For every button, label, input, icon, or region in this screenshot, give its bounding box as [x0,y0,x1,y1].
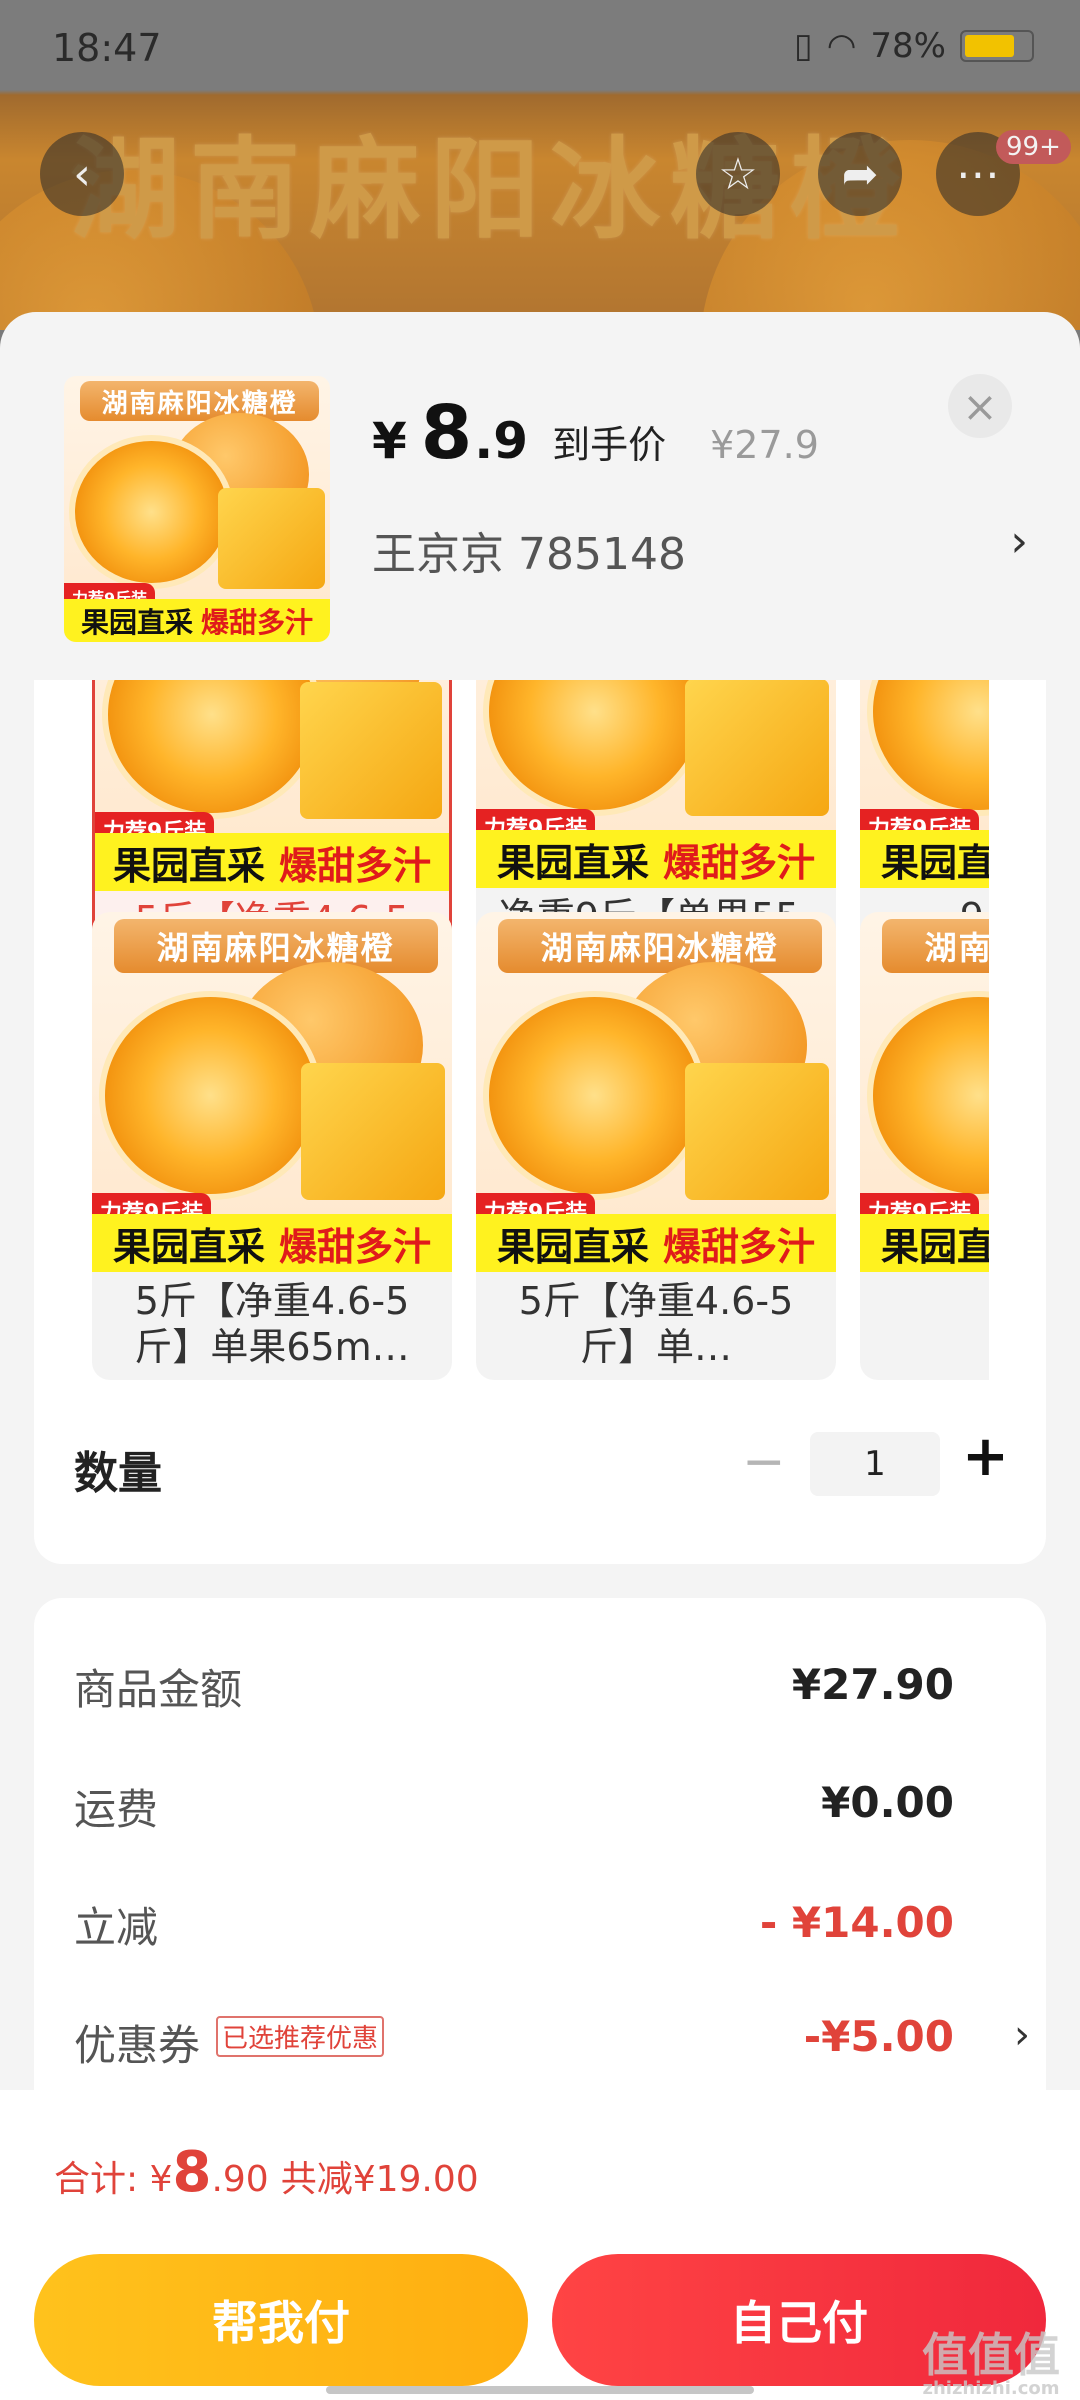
favorite-button[interactable]: ☆ [696,132,780,216]
help-pay-button[interactable]: 帮我付 [34,2254,528,2386]
sku-option-label: 5斤【净重4.6-5斤】单… [518,1279,794,1369]
product-strip: 果园直采爆甜多汁 [95,833,449,891]
original-price: ¥27.9 [710,423,819,467]
selected-product-thumbnail: 湖南麻阳冰糖橙 力荐9斤装 果园直采 爆甜多汁 [64,376,330,642]
back-button[interactable]: ‹ [40,132,124,216]
hero-title: 湖南麻阳冰糖橙 [70,126,910,254]
wifi-icon: ◠ [826,26,857,66]
quantity-label: 数量 [74,1448,162,1499]
jelly-image [684,1063,829,1200]
status-time: 18:47 [52,26,162,70]
product-strip: 果园直采 爆甜多汁 [64,599,330,642]
jelly-image [300,682,442,819]
price-integer: 8 [420,390,473,476]
battery-percent: 78% [870,26,946,66]
close-icon: × [962,381,998,431]
quantity-decrease-button[interactable]: − [742,1432,786,1492]
sku-option-label: 5斤【净重4.6-5斤】单果65m… [134,1279,410,1369]
total-decimal: .90 [211,2159,269,2200]
jelly-image [684,680,829,816]
battery-icon [960,30,1034,62]
price-row: ¥ 8 .9 到手价 ¥27.9 [372,390,819,476]
orange-image [483,991,707,1200]
orange-image [867,680,989,816]
total-line: 合计: ¥ 8 .90 共减¥19.00 [54,2140,479,2205]
share-icon: ➦ [841,148,879,200]
quantity-input[interactable]: 1 [810,1432,940,1496]
coupon-tag: 已选推荐优惠 [216,2016,385,2057]
coupon-value[interactable]: -¥5.00 [804,2012,954,2061]
product-strip: 果园直采爆甜多汁 [476,1214,836,1272]
product-strip: 果园直采爆甜多汁 [860,1214,989,1272]
product-banner: 湖南麻阳冰糖橙 [79,381,320,422]
price-decimal: .9 [474,412,529,470]
sku-option[interactable]: 湖南麻阳冰糖橙 力荐9斤装 果园直采爆甜多汁 9斤 [860,912,989,1380]
shipping-value: ¥0.00 [821,1778,954,1827]
star-icon: ☆ [718,148,758,200]
total-saving: 共减¥19.00 [280,2159,479,2200]
coupon-label: 优惠券 [74,2021,201,2070]
strip-text-highlight: 爆甜多汁 [279,843,432,888]
strip-text: 果园直采 [496,1224,649,1269]
product-art: 湖南麻阳冰糖橙 力荐9斤装 果园直采 爆甜多汁 [64,376,330,642]
product-banner: 湖南麻阳冰糖橙 [497,919,822,974]
strip-text: 果园直采 [112,1224,265,1269]
discount-value: - ¥14.00 [759,1898,954,1947]
currency-symbol: ¥ [372,412,407,470]
total-prefix: 合计: ¥ [54,2159,173,2200]
strip-text: 果园直采 [496,840,649,885]
back-arrow-icon: ‹ [73,148,91,200]
quantity-increase-button[interactable]: + [962,1424,1009,1489]
home-indicator [326,2386,754,2394]
coupon-row[interactable]: 优惠券 已选推荐优惠 [74,2012,385,2073]
watermark-sub: zhizhizhi.com [922,2378,1060,2399]
strip-text-highlight: 爆甜多汁 [279,1224,432,1269]
sku-option[interactable]: 湖南麻阳冰糖橙 力荐9斤装 果园直采 爆甜多汁 5斤【净重4.6-5斤】单… [476,912,836,1380]
strip-text-highlight: 爆甜多汁 [663,1224,816,1269]
total-integer: 8 [172,2140,212,2205]
strip-text: 果园直采 [112,843,265,888]
orange-image [102,680,322,819]
strip-text: 果园直采 [880,840,989,885]
discount-label: 立减 [74,1903,159,1952]
orange-image [99,991,323,1200]
strip-text: 果园直采 [80,605,193,639]
sku-option-label: 9斤 [860,1272,989,1380]
orange-image [483,680,707,816]
product-strip: 果园直采爆甜多汁 [860,830,989,888]
seller-info[interactable]: 王京京 785148 [372,518,686,582]
price-label: 到手价 [552,423,667,467]
product-strip: 果园直采爆甜多汁 [476,830,836,888]
status-bar-right: ▯ ◠ 78% [794,26,1034,66]
goods-amount-value: ¥27.90 [791,1660,954,1709]
product-strip: 果园直采爆甜多汁 [92,1214,452,1272]
strip-text: 果园直采 [880,1224,989,1269]
watermark: 值值值 zhizhizhi.com [922,2330,1060,2398]
sim-icon: ▯ [794,26,813,66]
chevron-right-icon[interactable]: › [1014,2012,1030,2058]
goods-amount-label: 商品金额 [74,1665,243,1714]
notification-badge: 99+ [996,130,1071,164]
jelly-image [300,1063,445,1200]
share-button[interactable]: ➦ [818,132,902,216]
orange-image [867,991,989,1200]
chevron-right-icon[interactable]: › [1010,516,1028,567]
close-button[interactable]: × [948,374,1012,438]
strip-text-highlight: 爆甜多汁 [663,840,816,885]
jelly-image [218,487,325,589]
watermark-text: 值值值 [922,2328,1060,2382]
more-icon: ⋯ [956,148,1000,200]
shipping-label: 运费 [74,1785,159,1834]
orange-image [69,434,235,589]
product-banner: 湖南麻阳冰糖橙 [881,919,989,974]
sku-options-grid: 湖南麻阳冰糖橙 力荐9斤装 果园直采爆甜多汁 5斤【净重4.6-5斤】单果65m… [34,680,989,1390]
strip-text-highlight: 爆甜多汁 [201,605,314,639]
product-banner: 湖南麻阳冰糖橙 [113,919,438,974]
sku-option[interactable]: 湖南麻阳冰糖橙 力荐9斤装 果园直采爆甜多汁 5斤【净重4.6-5斤】单果65m… [92,912,452,1380]
